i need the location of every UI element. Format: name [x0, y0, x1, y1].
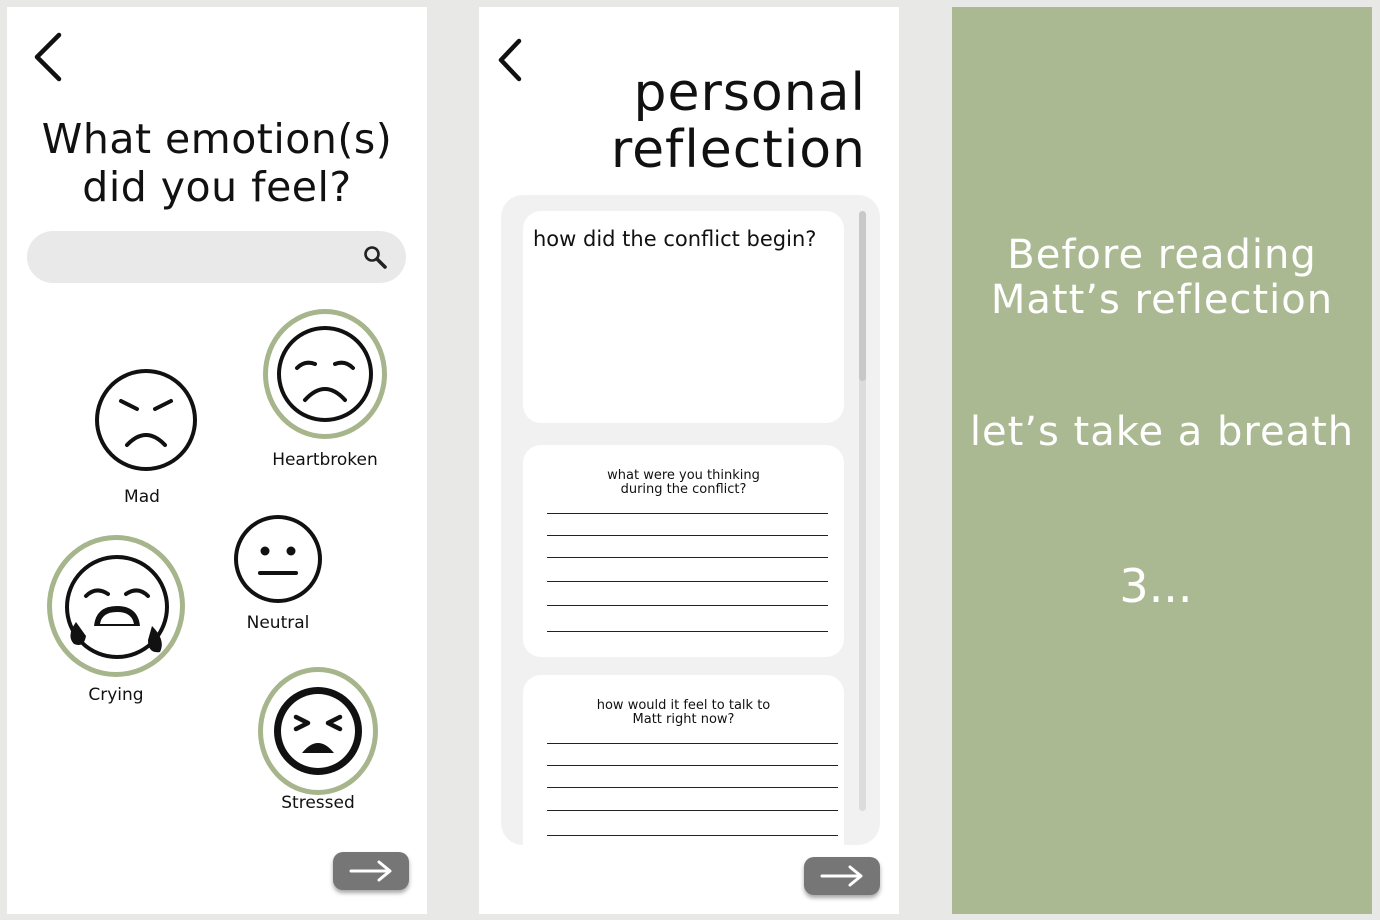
next-button[interactable]	[804, 857, 880, 895]
question-card-2[interactable]: what were you thinking during the confli…	[523, 445, 844, 657]
page-title-line-2: did you feel?	[82, 163, 352, 211]
answer-line[interactable]	[547, 631, 828, 632]
emotion-option-stressed[interactable]	[258, 667, 378, 795]
question-3-line-1: how would it feel to talk to	[596, 698, 771, 713]
page-title: What emotion(s) did you feel?	[7, 115, 427, 211]
page-title: personal reflection	[611, 65, 866, 179]
answer-line[interactable]	[547, 810, 838, 811]
scrollbar[interactable]	[859, 211, 866, 811]
question-card-1[interactable]: how did the conflict begin?	[523, 211, 844, 423]
question-3-text: how would it feel to talk to Matt right …	[523, 699, 844, 727]
answer-line[interactable]	[547, 513, 828, 514]
emotion-option-mad[interactable]	[93, 367, 199, 473]
question-3-line-2: Matt right now?	[632, 712, 735, 727]
breath-subheading: let’s take a breath	[969, 409, 1355, 455]
back-arrow-icon[interactable]	[495, 35, 529, 85]
answer-line[interactable]	[547, 765, 838, 766]
arrow-right-icon	[349, 860, 392, 882]
emotion-label-mad: Mad	[124, 487, 160, 507]
breath-heading: Before reading Matt’s reflection	[952, 233, 1372, 323]
back-arrow-icon[interactable]	[31, 29, 71, 85]
answer-line[interactable]	[547, 835, 838, 836]
breathing-intro-screen: Before reading Matt’s reflection let’s t…	[952, 7, 1372, 914]
scrollbar-thumb[interactable]	[859, 211, 866, 381]
emotion-option-neutral[interactable]	[232, 513, 324, 605]
answer-line[interactable]	[547, 557, 828, 558]
emotion-label-heartbroken: Heartbroken	[272, 450, 378, 470]
page-title-line-1: personal	[633, 63, 866, 123]
emotion-label-neutral: Neutral	[246, 613, 310, 633]
page-title-line-2: reflection	[610, 120, 866, 180]
breath-heading-line-1: Before reading	[1007, 232, 1317, 278]
question-1-text: how did the conflict begin?	[533, 227, 817, 251]
answer-line[interactable]	[547, 787, 838, 788]
crying-face-icon	[65, 555, 169, 659]
question-2-line-1: what were you thinking	[607, 468, 760, 483]
answer-line[interactable]	[547, 581, 828, 582]
neutral-face-icon	[234, 515, 322, 603]
sad-face-icon	[277, 326, 373, 422]
emotion-option-crying[interactable]	[47, 535, 185, 677]
next-button[interactable]	[333, 852, 409, 890]
emotion-label-stressed: Stressed	[281, 793, 355, 813]
stressed-face-icon	[274, 687, 362, 775]
breath-heading-line-2: Matt’s reflection	[990, 277, 1334, 323]
page-title-line-1: What emotion(s)	[41, 115, 393, 163]
answer-line[interactable]	[547, 743, 838, 744]
question-2-line-2: during the conflict?	[620, 482, 747, 497]
answer-line[interactable]	[547, 605, 828, 606]
question-2-text: what were you thinking during the confli…	[523, 469, 844, 497]
reflection-questions-scroll-area[interactable]: how did the conflict begin? what were yo…	[501, 195, 880, 845]
countdown-text: 3...	[1119, 559, 1193, 613]
personal-reflection-screen: personal reflection how did the conflict…	[479, 7, 899, 914]
emotion-picker-screen: What emotion(s) did you feel? Mad Heartb…	[7, 7, 427, 914]
question-card-3[interactable]: how would it feel to talk to Matt right …	[523, 675, 844, 845]
angry-face-icon	[95, 369, 197, 471]
search-input[interactable]	[27, 231, 406, 283]
emotion-label-crying: Crying	[88, 685, 144, 705]
arrow-right-icon	[820, 865, 863, 887]
answer-line[interactable]	[547, 535, 828, 536]
search-icon[interactable]	[362, 244, 388, 270]
emotion-option-heartbroken[interactable]	[263, 309, 387, 439]
